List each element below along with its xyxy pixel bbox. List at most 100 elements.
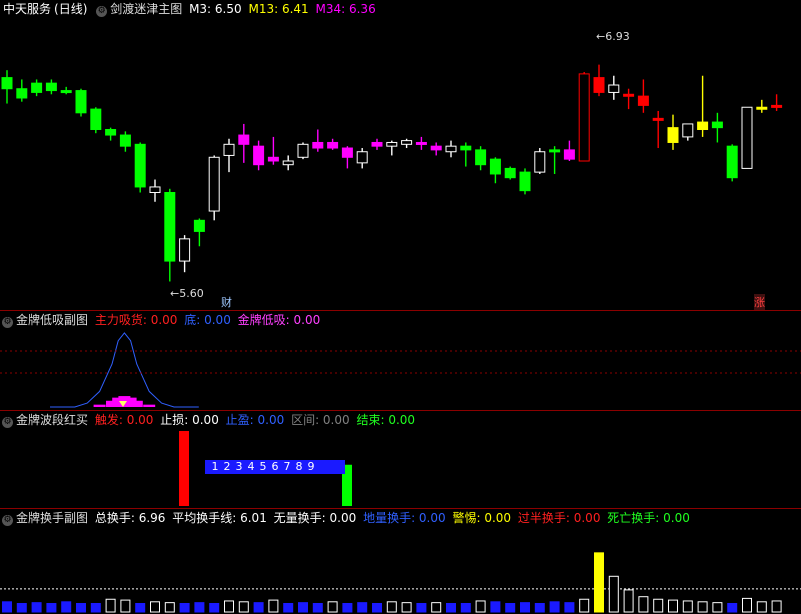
candle-body bbox=[223, 143, 235, 156]
candle-body bbox=[756, 106, 768, 110]
turnover-bar bbox=[446, 603, 456, 613]
turnover-bar bbox=[164, 602, 175, 613]
turnover-bar bbox=[431, 602, 442, 613]
turnover-bar bbox=[401, 602, 412, 613]
candle-body bbox=[504, 167, 516, 179]
sub3-title: 金牌换手副图 bbox=[16, 511, 89, 525]
candle-body bbox=[45, 82, 57, 92]
turnover-bar bbox=[608, 575, 619, 613]
candle-body bbox=[341, 147, 353, 158]
turnover-bar bbox=[150, 601, 160, 613]
zhang-tag: 涨 bbox=[754, 294, 765, 310]
turnover-bar bbox=[564, 602, 575, 613]
signal-bar bbox=[179, 431, 189, 506]
sub2-item: 区间: 0.00 bbox=[291, 413, 350, 427]
candle-body bbox=[119, 134, 131, 147]
turnover-bar bbox=[209, 603, 220, 613]
turnover-bar bbox=[253, 602, 264, 613]
candle-body bbox=[297, 143, 309, 158]
high-marker: ←6.93 bbox=[596, 30, 630, 43]
turnover-bar bbox=[623, 589, 634, 613]
turnover-bar bbox=[534, 603, 545, 613]
candle-body bbox=[637, 95, 649, 106]
absorb-bar bbox=[130, 400, 143, 407]
main-chart-pane[interactable]: 中天服务 (日线) ⚙ 剑渡迷津主图 M3: 6.50 M13: 6.41 M34:… bbox=[0, 0, 801, 310]
turnover-bar bbox=[327, 601, 338, 613]
candle-body bbox=[445, 145, 457, 153]
indicator-name: 剑渡迷津主图 bbox=[110, 2, 183, 16]
candle-body bbox=[253, 145, 265, 166]
candle-body bbox=[90, 108, 102, 130]
sub1-title: 金牌低吸副图 bbox=[16, 313, 89, 327]
candle-body bbox=[75, 90, 87, 114]
candlestick-chart bbox=[1, 64, 783, 282]
candle-body bbox=[267, 156, 279, 162]
candle-body bbox=[711, 121, 723, 129]
turnover-bar bbox=[135, 603, 146, 613]
absorb-bar bbox=[143, 404, 156, 407]
sub1-pane[interactable]: ⚙ 金牌低吸副图 主力吸货: 0.00 底: 0.00 金牌低吸: 0.00 bbox=[0, 311, 801, 410]
ma-label: M3: 6.50 bbox=[189, 2, 242, 16]
candle-body bbox=[134, 143, 146, 188]
gear-icon[interactable]: ⚙ bbox=[96, 6, 108, 17]
candle-body bbox=[356, 151, 368, 164]
gear-icon[interactable]: ⚙ bbox=[2, 515, 13, 526]
candle-body bbox=[179, 238, 191, 262]
turnover-bar bbox=[742, 597, 752, 613]
sub1-item: 金牌低吸: 0.00 bbox=[237, 313, 321, 327]
sub3-item: 地量换手: 0.00 bbox=[363, 511, 446, 525]
turnover-bar bbox=[727, 603, 738, 613]
sub2-title: 金牌波段红买 bbox=[16, 413, 89, 427]
candle-body bbox=[312, 141, 324, 149]
candle-body bbox=[282, 160, 294, 166]
candle-body bbox=[16, 88, 28, 99]
sub2-item: 结束: 0.00 bbox=[356, 413, 416, 427]
candle-body bbox=[667, 127, 679, 143]
ma-label: M34: 6.36 bbox=[315, 2, 376, 16]
candle-body bbox=[741, 106, 753, 169]
sub3-pane[interactable]: ⚙ 金牌换手副图 总换手: 6.96 平均换手线: 6.01 无量换手: 0.00… bbox=[0, 509, 801, 614]
sub2-pane[interactable]: ⚙ 金牌波段红买 触发: 0.00 止损: 0.00 止盈: 0.00 区间: 0… bbox=[0, 411, 801, 508]
gear-icon[interactable]: ⚙ bbox=[2, 317, 13, 328]
turnover-bar bbox=[638, 596, 649, 613]
candle-body bbox=[401, 140, 413, 145]
turnover-bar bbox=[460, 603, 471, 613]
turnover-bar bbox=[46, 603, 57, 613]
turnover-bar bbox=[372, 603, 382, 613]
turnover-bar bbox=[682, 600, 693, 613]
candle-body bbox=[460, 145, 472, 151]
turnover-bar bbox=[653, 598, 664, 613]
sub2-item: 止损: 0.00 bbox=[160, 413, 219, 427]
turnover-bar bbox=[668, 599, 678, 613]
turnover-bar bbox=[771, 600, 782, 613]
turnover-bar bbox=[298, 602, 308, 613]
turnover-bar bbox=[120, 599, 131, 613]
turnover-bar bbox=[712, 602, 723, 613]
candle-body bbox=[682, 123, 694, 138]
candle-body bbox=[1, 77, 13, 90]
sub1-item: 主力吸货: 0.00 bbox=[94, 313, 178, 327]
gear-icon[interactable]: ⚙ bbox=[2, 417, 13, 428]
candle-body bbox=[164, 192, 176, 262]
candle-body bbox=[593, 77, 605, 93]
candle-body bbox=[771, 104, 783, 108]
cai-tag: 财 bbox=[221, 296, 232, 309]
turnover-bar bbox=[357, 602, 368, 613]
turnover-bar bbox=[76, 603, 86, 613]
candle-body bbox=[652, 117, 664, 121]
candle-body bbox=[193, 219, 205, 232]
sub2-item: 触发: 0.00 bbox=[94, 413, 154, 427]
sub3-item: 过半换手: 0.00 bbox=[517, 511, 601, 525]
period-label: (日线) bbox=[54, 2, 88, 16]
sub2-header: ⚙ 金牌波段红买 触发: 0.00 止损: 0.00 止盈: 0.00 区间: 0… bbox=[0, 411, 418, 429]
turnover-bar bbox=[2, 601, 12, 613]
sub3-item: 总换手: 6.96 bbox=[94, 511, 166, 525]
candle-body bbox=[208, 156, 220, 212]
turnover-bar bbox=[283, 603, 294, 613]
candle-body bbox=[60, 90, 72, 94]
turnover-bar bbox=[90, 603, 101, 613]
turnover-bar bbox=[697, 601, 708, 613]
candle-body bbox=[563, 149, 575, 160]
turnover-bar bbox=[16, 603, 27, 613]
candle-body bbox=[534, 151, 546, 173]
